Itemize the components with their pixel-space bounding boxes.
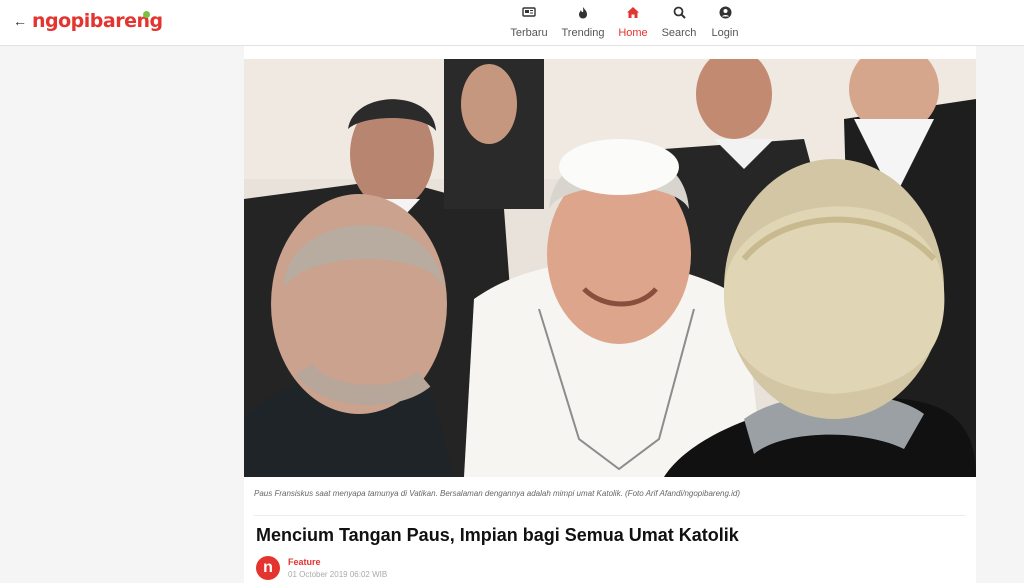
article-title: Mencium Tangan Paus, Impian bagi Semua U…	[256, 525, 739, 545]
divider	[254, 515, 966, 516]
nav-item-terbaru[interactable]: Terbaru	[508, 6, 550, 42]
search-icon	[660, 6, 698, 22]
nav-item-home[interactable]: Home	[614, 6, 652, 42]
nav-label: Home	[618, 27, 648, 39]
nav-label: Trending	[561, 27, 605, 39]
nav-label: Login	[711, 27, 739, 39]
article-card: Paus Fransiskus saat menyapa tamunya di …	[244, 46, 976, 583]
main-nav: Terbaru Trending Home Search Login	[0, 6, 1024, 42]
author-avatar[interactable]: n	[256, 556, 280, 580]
image-caption: Paus Fransiskus saat menyapa tamunya di …	[254, 489, 741, 498]
hero-image	[244, 59, 976, 477]
newspaper-icon	[508, 6, 550, 22]
nav-item-trending[interactable]: Trending	[559, 6, 607, 42]
home-icon	[614, 6, 652, 22]
nav-item-login[interactable]: Login	[706, 6, 744, 42]
category-link[interactable]: Feature	[288, 557, 321, 567]
publish-date: 01 October 2019 06:02 WIB	[288, 570, 388, 579]
nav-item-search[interactable]: Search	[660, 6, 698, 42]
user-icon	[706, 6, 744, 22]
flame-icon	[559, 6, 607, 22]
nav-label: Search	[661, 27, 697, 39]
top-bar: ← ngopibareng Terbaru Trending Home Sear	[0, 0, 1024, 46]
nav-label: Terbaru	[510, 27, 548, 39]
